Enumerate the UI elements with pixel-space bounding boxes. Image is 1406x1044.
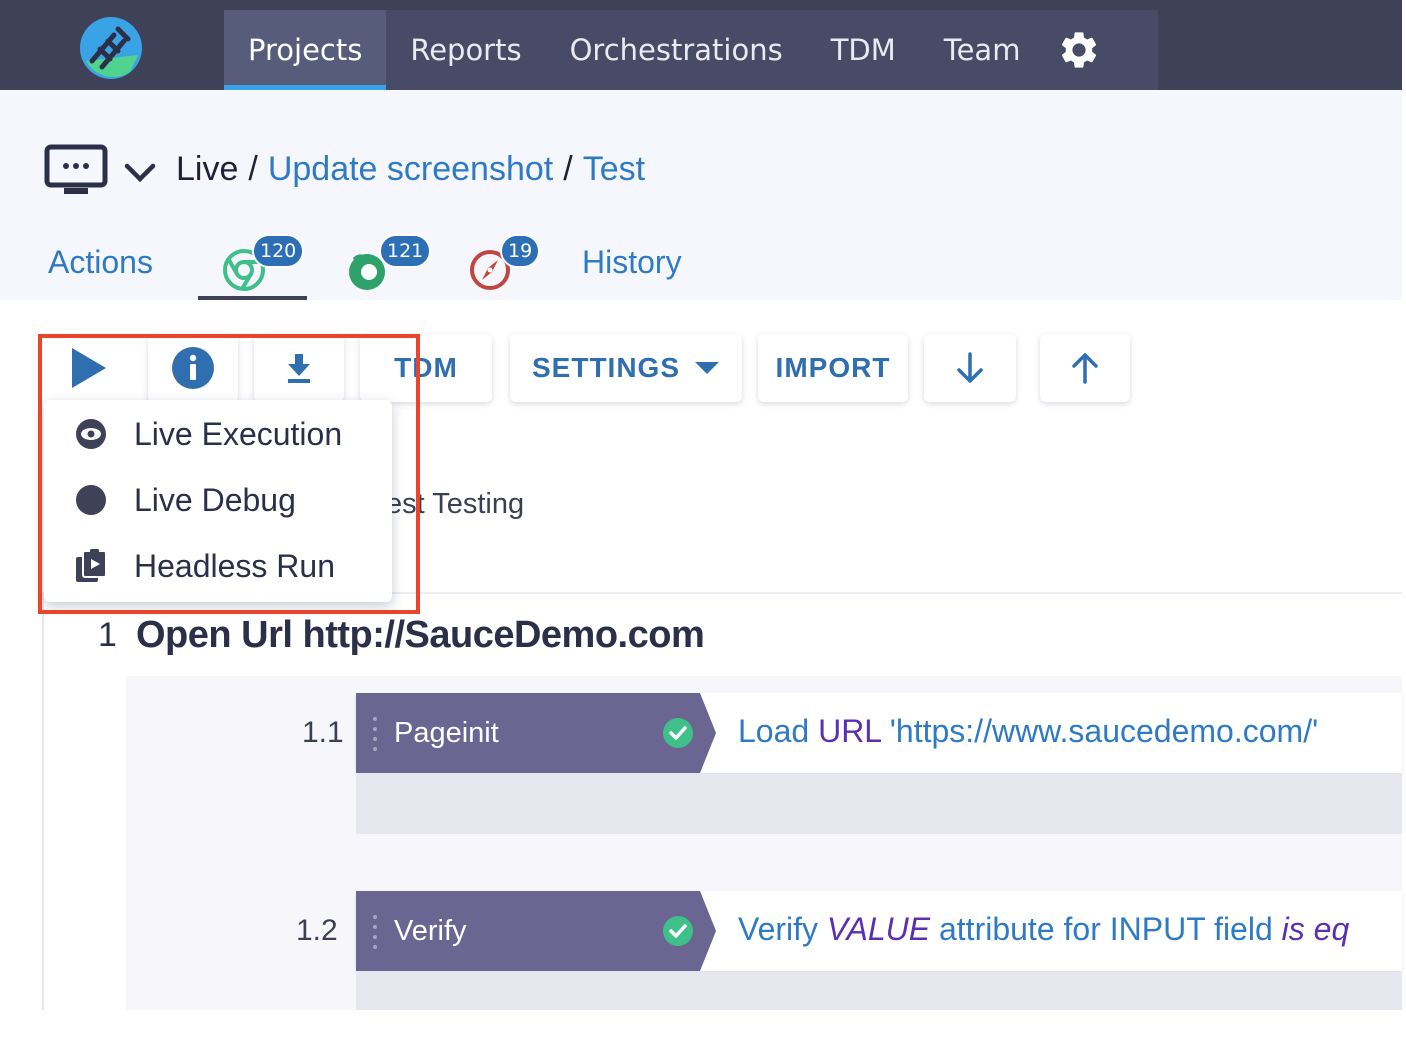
substep-detail-area [356,774,1402,834]
tab-firefox[interactable]: 121 [345,232,432,298]
description-keyword: URL [818,713,881,749]
menu-item-headless-run[interactable]: Headless Run [44,534,392,598]
info-icon [172,347,214,389]
breadcrumb-separator: / [563,150,573,188]
nav-tab-label: TDM [830,33,896,67]
nav-tab-reports[interactable]: Reports [386,10,545,90]
eye-icon [74,417,108,451]
menu-item-live-debug[interactable]: Live Debug [44,468,392,532]
tdm-button[interactable]: TDM [360,334,492,402]
substep-number: 1.1 [302,716,344,749]
run-menu: Live Execution Live Debug Headless Run [44,400,392,602]
step-title[interactable]: Open Url http://SauceDemo.com [136,614,705,657]
step-type-label: Pageinit [394,717,499,749]
circle-icon [74,483,108,517]
firefox-count-badge: 121 [379,234,432,268]
breadcrumb-root: Live [176,150,239,188]
menu-item-label: Live Execution [134,415,343,452]
menu-item-live-execution[interactable]: Live Execution [44,402,392,466]
settings-dropdown-button[interactable]: SETTINGS [510,334,742,402]
play-icon [72,348,106,388]
description-operator: is eq [1281,911,1350,947]
info-button[interactable] [148,334,238,402]
substep-row[interactable]: Verify Verify VALUE attribute for INPUT … [356,891,1402,971]
breadcrumb: Live / Update screenshot / Test [176,150,645,189]
nav-tab-team[interactable]: Team [920,10,1045,90]
tab-safari[interactable]: 19 [468,232,542,298]
download-icon [288,354,310,383]
description-text: Load [738,713,819,749]
nav-tab-label: Reports [410,33,522,67]
arrow-down-icon [957,352,983,383]
clipboard-play-icon [74,549,108,583]
nav-tab-label: Projects [248,33,363,67]
move-up-button[interactable] [1040,334,1130,402]
description-text: Verify [738,911,827,947]
description-keyword: VALUE [826,911,931,947]
breadcrumb-test-link[interactable]: Test [583,150,645,189]
settings-button[interactable] [1044,10,1114,90]
nav-tab-projects[interactable]: Projects [224,10,387,90]
gear-icon [1062,32,1097,68]
import-button-label: IMPORT [775,352,891,383]
tab-actions[interactable]: Actions [48,244,153,281]
main-nav: Projects Reports Orchestrations TDM Team [224,10,1158,90]
chrome-count-badge: 120 [252,234,305,268]
import-button[interactable]: IMPORT [758,334,908,402]
arrow-up-icon [1072,353,1098,384]
menu-item-label: Live Debug [134,481,296,518]
move-down-button[interactable] [924,334,1016,402]
app-logo[interactable] [78,15,144,81]
run-button[interactable] [42,334,134,402]
nav-tab-orchestrations[interactable]: Orchestrations [546,10,807,90]
breadcrumb-project-link[interactable]: Update screenshot [268,150,553,189]
description-text: attribute for INPUT field [930,911,1282,947]
settings-button-label: SETTINGS [531,352,680,383]
sub-tabs: Actions 120 121 19 History [0,230,1000,300]
menu-item-label: Headless Run [134,547,335,584]
device-icon[interactable] [44,144,108,198]
nav-tab-label: Team [943,33,1021,67]
step-type-label: Verify [394,915,467,947]
description-text: 'https://www.saucedemo.com/' [880,713,1319,749]
step-number: 1 [98,616,117,654]
substep-number: 1.2 [296,914,338,947]
check-circle-icon [663,916,693,946]
substep-detail-area [356,972,1402,1010]
breadcrumb-separator: / [248,150,258,188]
nav-tab-tdm[interactable]: TDM [807,10,920,90]
safari-count-badge: 19 [500,234,541,268]
active-tab-indicator [198,296,307,300]
tdm-button-label: TDM [394,352,458,383]
substep-description: Verify VALUE attribute for INPUT field i… [738,911,1349,948]
substep-row[interactable]: Pageinit Load URL 'https://www.saucedemo… [356,693,1402,773]
nav-tab-label: Orchestrations [569,33,783,67]
download-button[interactable] [254,334,344,402]
chevron-down-icon[interactable] [122,158,158,186]
drag-handle-icon[interactable] [372,715,378,751]
tab-history[interactable]: History [582,244,682,281]
check-circle-icon [663,718,693,748]
test-description-fragment: est Testing [386,488,525,520]
top-nav: Projects Reports Orchestrations TDM Team [0,0,1402,90]
drag-handle-icon[interactable] [372,913,378,949]
caret-down-icon [695,362,719,374]
substep-description: Load URL 'https://www.saucedemo.com/' [738,713,1318,750]
tab-chrome[interactable]: 120 [222,232,305,298]
